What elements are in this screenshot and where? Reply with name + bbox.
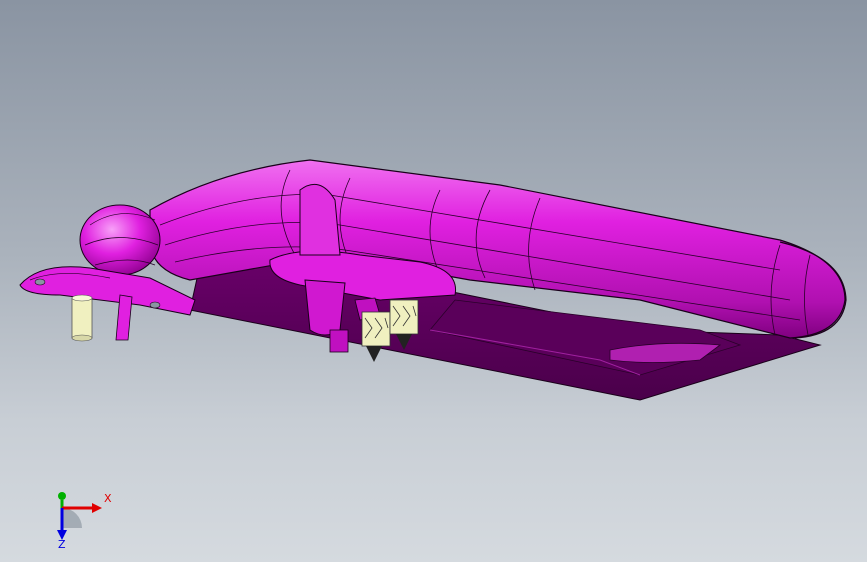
cad-viewport[interactable]: X Z bbox=[0, 0, 867, 562]
z-axis-label: Z bbox=[58, 538, 66, 550]
triad-plane bbox=[62, 508, 82, 528]
3d-model[interactable] bbox=[0, 0, 867, 562]
y-axis-icon bbox=[58, 492, 66, 508]
x-axis-label: X bbox=[104, 492, 112, 505]
left-knob bbox=[79, 204, 161, 276]
left-flange bbox=[19, 266, 196, 342]
axis-triad: X Z bbox=[57, 492, 112, 550]
